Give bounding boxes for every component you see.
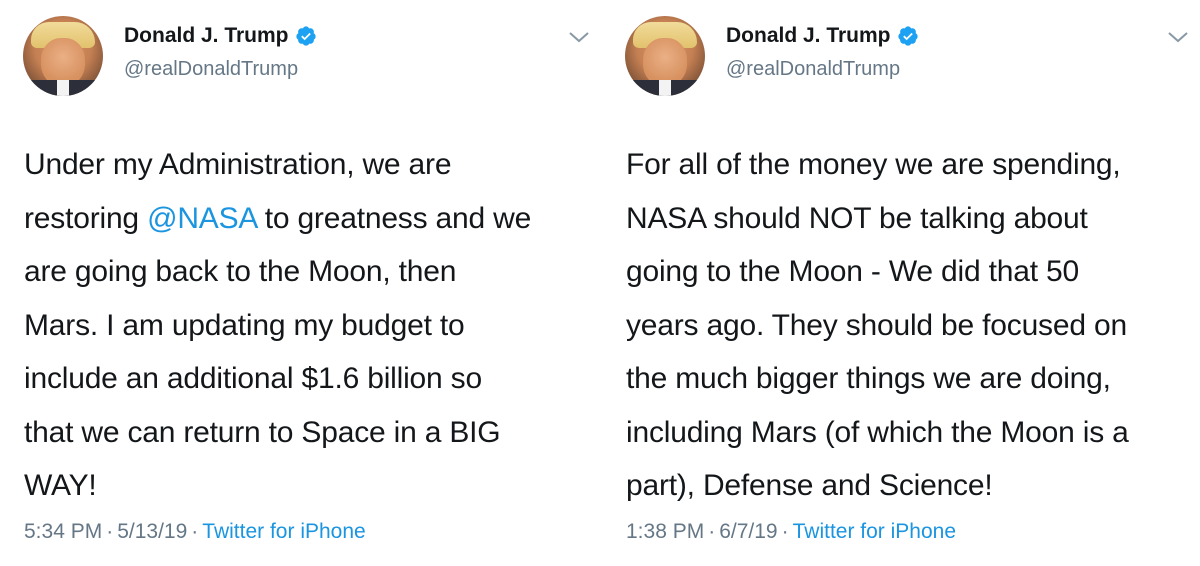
tweet-date[interactable]: 6/7/19: [719, 520, 777, 543]
tweet-card-1: Donald J. Trump @realDonaldTrump Under m…: [0, 0, 600, 566]
verified-badge-icon: [295, 26, 316, 46]
avatar-face: [41, 38, 85, 86]
tweet-text: For all of the money we are spending, NA…: [626, 148, 1129, 502]
author-name-row[interactable]: Donald J. Trump: [726, 24, 919, 48]
meta-separator: ·: [106, 520, 114, 543]
tweet-source-link[interactable]: Twitter for iPhone: [793, 520, 956, 543]
tweet-text: Under my Administration, we are restorin…: [24, 138, 594, 513]
tweet-source-link[interactable]: Twitter for iPhone: [202, 520, 365, 543]
avatar-shirt: [57, 80, 69, 96]
author-name-row[interactable]: Donald J. Trump: [124, 24, 317, 48]
tweet-meta: 1:38 PM · 6/7/19 · Twitter for iPhone: [626, 520, 956, 544]
author-handle[interactable]: @realDonaldTrump: [726, 58, 900, 81]
mention-link[interactable]: @NASA: [147, 202, 257, 235]
avatar-shirt: [659, 80, 671, 96]
tweet-card-2: Donald J. Trump @realDonaldTrump For all…: [600, 0, 1200, 566]
tweet-text-part: to greatness and we are going back to th…: [24, 201, 532, 503]
author-name[interactable]: Donald J. Trump: [726, 24, 891, 48]
meta-separator: ·: [191, 520, 199, 543]
tweet-time[interactable]: 1:38 PM: [626, 520, 704, 543]
avatar[interactable]: [23, 16, 103, 96]
author-name[interactable]: Donald J. Trump: [124, 24, 289, 48]
chevron-down-icon[interactable]: [568, 30, 590, 44]
author-handle[interactable]: @realDonaldTrump: [124, 58, 298, 81]
chevron-down-icon[interactable]: [1167, 30, 1189, 44]
tweet-date[interactable]: 5/13/19: [117, 520, 187, 543]
meta-separator: ·: [781, 520, 789, 543]
tweet-meta: 5:34 PM · 5/13/19 · Twitter for iPhone: [24, 520, 366, 544]
meta-separator: ·: [708, 520, 716, 543]
verified-badge-icon: [897, 26, 918, 46]
avatar-face: [643, 38, 687, 86]
avatar[interactable]: [625, 16, 705, 96]
tweet-time[interactable]: 5:34 PM: [24, 520, 102, 543]
